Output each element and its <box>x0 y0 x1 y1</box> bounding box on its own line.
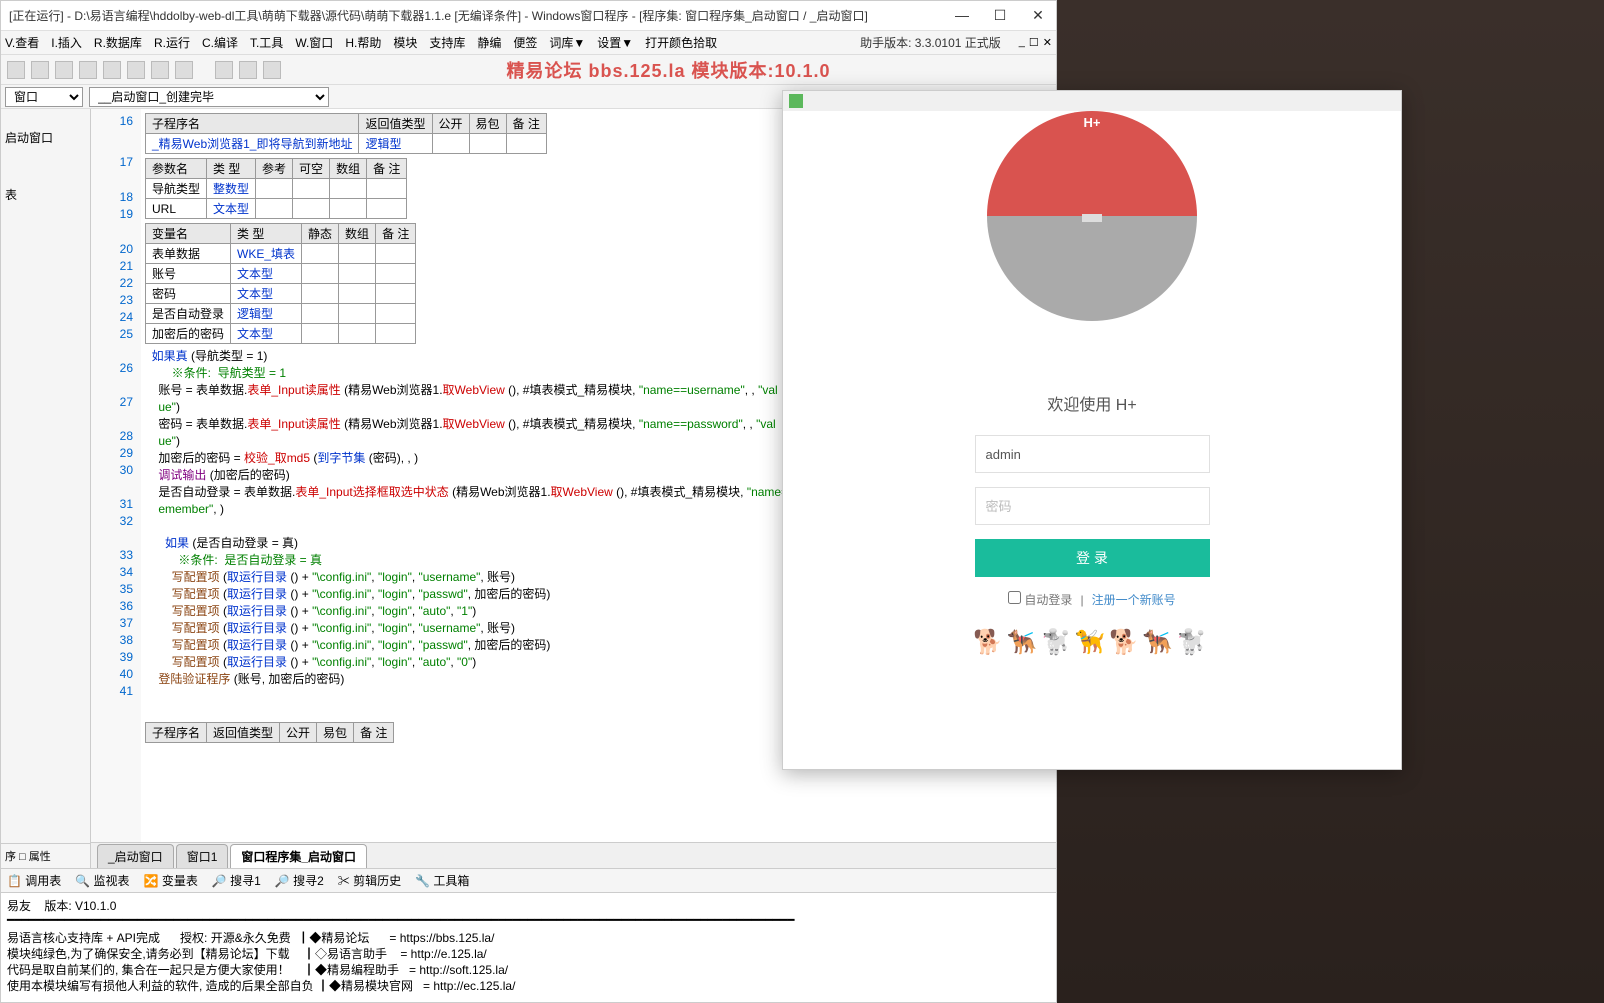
username-input[interactable] <box>975 435 1210 473</box>
helper-version: 助手版本: 3.3.0101 正式版 <box>860 34 1001 51</box>
login-button[interactable]: 登 录 <box>975 539 1210 577</box>
pause-icon[interactable] <box>239 61 257 79</box>
register-link[interactable]: 注册一个新账号 <box>1092 591 1176 608</box>
titlebar-text: [正在运行] - D:\易语言编程\hddolby-web-dl工具\萌萌下载器… <box>9 7 952 24</box>
menu-help[interactable]: H.帮助 <box>345 34 381 51</box>
mdi-max-icon[interactable]: ☐ <box>1029 36 1039 49</box>
menu-view[interactable]: V.查看 <box>5 34 39 51</box>
menubar: V.查看 I.插入 R.数据库 R.运行 C.编译 T.工具 W.窗口 H.帮助… <box>1 31 1056 55</box>
decorative-dogs: 🐕🐕‍🦺🐩🦮🐕🐕‍🦺🐩 <box>803 628 1381 657</box>
gutter: 16 17 1819 2021222324 25 26 27 282930 31… <box>91 109 141 842</box>
editor-tabs: _启动窗口 窗口1 窗口程序集_启动窗口 <box>91 842 1056 868</box>
tool-icon[interactable] <box>79 61 97 79</box>
tree-item[interactable]: 启动窗口 <box>5 129 86 146</box>
welcome-text: 欢迎使用 H+ <box>803 391 1381 415</box>
tool-icon[interactable] <box>103 61 121 79</box>
banner-text: 精易论坛 bbs.125.la 模块版本:10.1.0 <box>287 57 1050 83</box>
tab-window1[interactable]: 窗口1 <box>176 844 229 868</box>
app-icon <box>789 94 803 108</box>
menu-module[interactable]: 模块 <box>393 34 417 51</box>
left-panel: 启动窗口 表 序 □ 属性 <box>1 109 91 868</box>
scope-combo[interactable]: 窗口 <box>5 87 83 107</box>
menu-tools[interactable]: T.工具 <box>250 34 283 51</box>
tool-icon[interactable] <box>7 61 25 79</box>
menu-database[interactable]: R.数据库 <box>94 34 142 51</box>
menu-compile[interactable]: C.编译 <box>202 34 238 51</box>
close-button[interactable]: ✕ <box>1028 7 1048 24</box>
var-decl-table[interactable]: 变量名类 型静态数组备 注 表单数据WKE_填表 账号文本型 密码文本型 是否自… <box>145 223 416 344</box>
console-output[interactable]: 易友 版本: V10.1.0 ━━━━━━━━━━━━━━━━━━━━━━━━━… <box>1 892 1056 1002</box>
tab-vars[interactable]: 🔀 变量表 <box>144 872 198 889</box>
tool-icon[interactable] <box>175 61 193 79</box>
menu-support[interactable]: 支持库 <box>429 34 465 51</box>
separator: | <box>1080 593 1083 607</box>
tab-toolbox[interactable]: 🔧 工具箱 <box>415 872 469 889</box>
toolbar: 精易论坛 bbs.125.la 模块版本:10.1.0 <box>1 55 1056 85</box>
menu-colorpick[interactable]: 打开颜色拾取 <box>645 34 717 51</box>
minimize-button[interactable]: — <box>952 7 972 24</box>
tool-icon[interactable] <box>31 61 49 79</box>
login-window: H+ 欢迎使用 H+ 登 录 自动登录 | 注册一个新账号 🐕🐕‍🦺🐩🦮🐕🐕‍🦺… <box>782 90 1402 770</box>
tab-search1[interactable]: 🔎 搜寻1 <box>212 872 261 889</box>
util-tabs: 📋 调用表 🔍 监视表 🔀 变量表 🔎 搜寻1 🔎 搜寻2 ✂ 剪辑历史 🔧 工… <box>1 868 1056 892</box>
sub-decl-table-2[interactable]: 子程序名返回值类型公开易包备 注 <box>145 722 394 743</box>
stop-icon[interactable] <box>263 61 281 79</box>
maximize-button[interactable]: ☐ <box>990 7 1010 24</box>
run-icon[interactable] <box>215 61 233 79</box>
login-titlebar[interactable] <box>783 91 1401 111</box>
mdi-close-icon[interactable]: ✕ <box>1043 36 1052 49</box>
left-tabs[interactable]: 序 □ 属性 <box>1 843 90 868</box>
param-decl-table[interactable]: 参数名类 型参考可空数组备 注 导航类型整数型 URL文本型 <box>145 158 407 219</box>
brand-text: H+ <box>1084 115 1101 130</box>
tab-startup-window[interactable]: _启动窗口 <box>97 844 174 868</box>
menu-note[interactable]: 便签 <box>513 34 537 51</box>
brand-avatar: H+ <box>987 111 1197 321</box>
tool-icon[interactable] <box>151 61 169 79</box>
tab-procset[interactable]: 窗口程序集_启动窗口 <box>230 844 367 868</box>
password-input[interactable] <box>975 487 1210 525</box>
tool-icon[interactable] <box>55 61 73 79</box>
tree-item[interactable]: 表 <box>5 186 86 203</box>
mdi-min-icon[interactable]: _ <box>1019 36 1025 49</box>
menu-window[interactable]: W.窗口 <box>295 34 333 51</box>
menu-insert[interactable]: I.插入 <box>51 34 82 51</box>
auto-login-checkbox[interactable]: 自动登录 <box>1008 591 1072 608</box>
menu-settings[interactable]: 设置▼ <box>597 34 633 51</box>
menu-static[interactable]: 静编 <box>477 34 501 51</box>
tab-calltable[interactable]: 📋 调用表 <box>7 872 61 889</box>
tab-search2[interactable]: 🔎 搜寻2 <box>275 872 324 889</box>
proc-combo[interactable]: __启动窗口_创建完毕 <box>89 87 329 107</box>
tab-watch[interactable]: 🔍 监视表 <box>75 872 129 889</box>
menu-run[interactable]: R.运行 <box>154 34 190 51</box>
sub-decl-table[interactable]: 子程序名返回值类型公开易包备 注 _精易Web浏览器1_即将导航到新地址逻辑型 <box>145 113 547 154</box>
titlebar[interactable]: [正在运行] - D:\易语言编程\hddolby-web-dl工具\萌萌下载器… <box>1 1 1056 31</box>
tab-clip[interactable]: ✂ 剪辑历史 <box>338 872 401 889</box>
tool-icon[interactable] <box>127 61 145 79</box>
menu-dict[interactable]: 词库▼ <box>549 34 585 51</box>
